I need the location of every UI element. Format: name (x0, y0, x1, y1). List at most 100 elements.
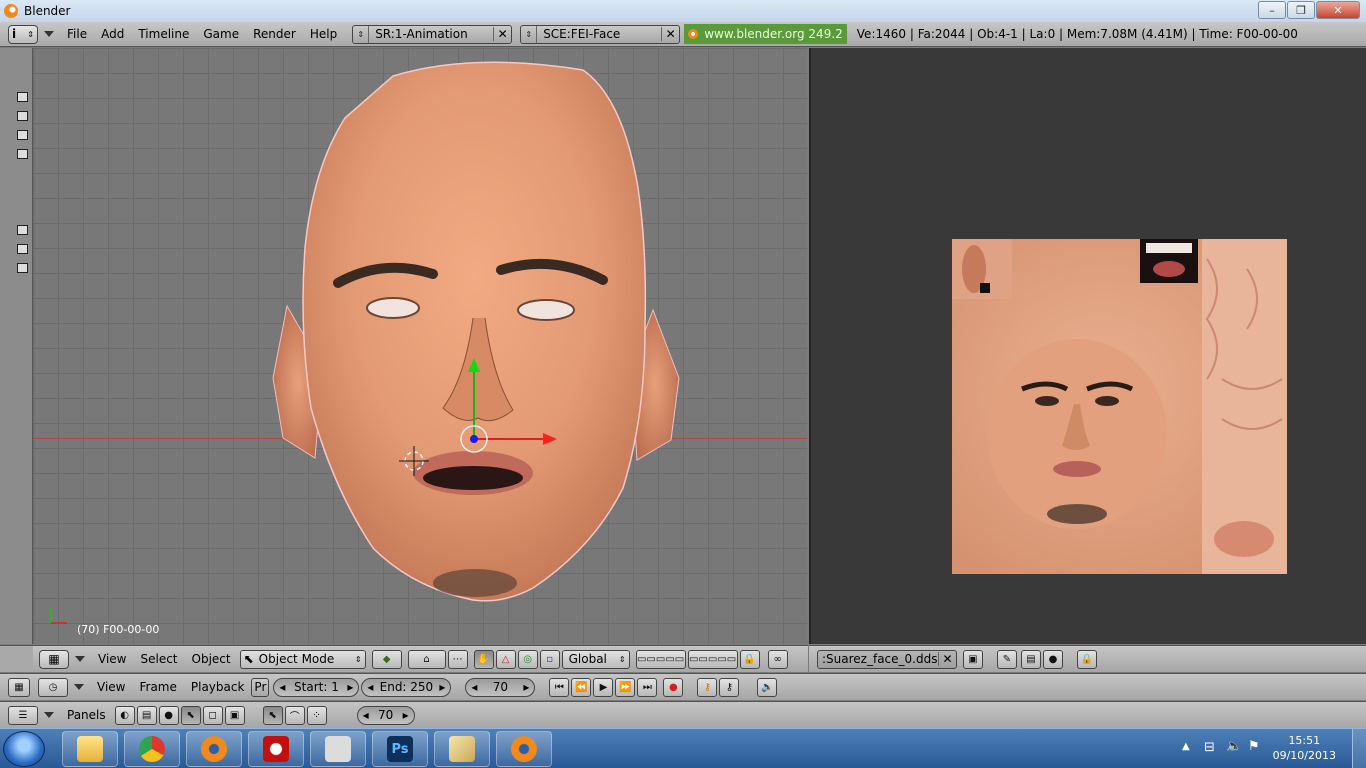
image-editor[interactable] (809, 48, 1366, 644)
buttons-frame-field[interactable]: ◂ 70 ▸ (356, 705, 415, 725)
panels-menu[interactable]: Panels (60, 708, 113, 722)
show-desktop-button[interactable] (1352, 729, 1366, 768)
blender2-taskbar-button[interactable] (496, 731, 552, 767)
clock[interactable]: 15:51 09/10/2013 (1273, 733, 1336, 763)
start-frame-value[interactable]: Start: 1 (294, 680, 339, 694)
volume-icon[interactable]: 🔈 (1226, 739, 1242, 754)
clock-icon[interactable]: ◷ (38, 677, 68, 697)
view3d-editor-type-button[interactable]: ▦ (39, 649, 69, 669)
key-icon[interactable]: ⚷ (719, 677, 740, 697)
draw-alpha-icon[interactable]: ▤ (1021, 649, 1041, 669)
timeline-editor-type-button[interactable]: ▦ (8, 677, 30, 697)
screen-name[interactable]: SR:1-Animation (369, 27, 493, 41)
layer-buttons-2[interactable]: ▭▭▭▭▭ (687, 649, 738, 669)
preview-range-button[interactable]: Pr (251, 677, 270, 697)
sound-icon[interactable]: 🔈 (757, 677, 778, 697)
orientation-selector[interactable]: Global ⇕ (561, 649, 630, 669)
buttons-frame-value[interactable]: 70 (378, 708, 393, 722)
scene-arrows-icon[interactable]: ⇕ (521, 25, 538, 43)
blender-taskbar-button[interactable] (186, 731, 242, 767)
network-icon[interactable]: ⊟ (1204, 740, 1215, 755)
timeline-menu-playback[interactable]: Playback (184, 680, 252, 694)
orientation-name[interactable]: Global (563, 652, 619, 666)
timeline-menu-frame[interactable]: Frame (132, 680, 183, 694)
menu-timeline[interactable]: Timeline (131, 27, 196, 41)
object-context-icon[interactable]: ⬉ (262, 705, 283, 725)
current-frame-value[interactable]: 70 (493, 680, 508, 694)
play-icon[interactable]: ▶ (593, 677, 614, 697)
counter-strike-taskbar-button[interactable] (310, 731, 366, 767)
screen-arrows-icon[interactable]: ⇕ (353, 25, 370, 43)
layer-buttons-1[interactable]: ▭▭▭▭▭ (635, 649, 686, 669)
next-key-icon[interactable]: ⏩ (615, 677, 636, 697)
scene-selector[interactable]: ⇕ SCE:FEI-Face ✕ (520, 24, 681, 44)
menu-game[interactable]: Game (196, 27, 246, 41)
face-texture-image[interactable] (952, 239, 1287, 574)
collapse-menu-icon[interactable] (75, 656, 85, 662)
buttons-editor-type-button[interactable]: ☰ (8, 705, 38, 725)
snap-icon[interactable]: ⋯ (447, 649, 468, 669)
logic-icon[interactable]: ◐ (114, 705, 135, 725)
archive-taskbar-button[interactable] (434, 731, 490, 767)
blender-website-link[interactable]: www.blender.org 249.2 (684, 24, 847, 44)
translate-icon[interactable]: △ (495, 649, 516, 669)
chrome-taskbar-button[interactable] (124, 731, 180, 767)
editor-type-button[interactable]: i ⇕ (8, 24, 38, 44)
rotate-icon[interactable]: ◎ (517, 649, 538, 669)
collapse-menu-icon[interactable] (74, 684, 84, 690)
object-origin[interactable] (470, 435, 478, 443)
collapse-menu-icon[interactable] (44, 31, 54, 37)
particles-icon[interactable]: ⁘ (306, 705, 327, 725)
image-unlink-icon[interactable]: ✕ (938, 652, 956, 666)
start-button[interactable] (3, 731, 45, 767)
jump-start-icon[interactable]: ⏮ (549, 677, 570, 697)
menu-file[interactable]: File (60, 27, 94, 41)
flag-icon[interactable]: ⚑ (1248, 739, 1260, 754)
image-icon[interactable] (17, 263, 28, 273)
3d-viewport[interactable]: (70) F00-00-00 (33, 48, 807, 644)
end-frame-value[interactable]: End: 250 (380, 680, 434, 694)
record-icon[interactable]: ● (1043, 649, 1063, 669)
paint-brush-icon[interactable]: ✎ (997, 649, 1017, 669)
screen-selector[interactable]: ⇕ SR:1-Animation ✕ (352, 24, 513, 44)
image-icon[interactable] (17, 225, 28, 235)
object-icon[interactable]: ⬉ (180, 705, 201, 725)
menu-render[interactable]: Render (246, 27, 303, 41)
screen-delete-icon[interactable]: ✕ (493, 27, 511, 41)
keying-set-icon[interactable]: ⚷ (697, 677, 718, 697)
pivot-point-button[interactable]: ⌂ (407, 649, 446, 669)
prev-key-icon[interactable]: ⏪ (571, 677, 592, 697)
lock-icon[interactable]: 🔒 (1077, 649, 1097, 669)
app-taskbar-button[interactable] (248, 731, 304, 767)
menu-add[interactable]: Add (94, 27, 131, 41)
face-model[interactable] (33, 48, 807, 644)
jump-end-icon[interactable]: ⏭ (637, 677, 658, 697)
tray-expand-icon[interactable]: ▲ (1182, 741, 1190, 752)
scene-delete-icon[interactable]: ✕ (661, 27, 679, 41)
image-icon[interactable] (17, 92, 28, 102)
website-text[interactable]: www.blender.org 249.2 (704, 27, 843, 41)
mode-selector[interactable]: ⬉ Object Mode ⇕ (239, 649, 366, 669)
explorer-taskbar-button[interactable] (62, 731, 118, 767)
pack-image-icon[interactable]: ▣ (963, 649, 983, 669)
start-frame-field[interactable]: ◂ Start: 1 ▸ (273, 677, 360, 697)
timeline-menu-view[interactable]: View (90, 680, 132, 694)
scene-name[interactable]: SCE:FEI-Face (537, 27, 661, 41)
script-icon[interactable]: ▤ (136, 705, 157, 725)
hand-manipulator-icon[interactable]: ✋ (473, 649, 494, 669)
scale-icon[interactable]: ▫ (539, 649, 560, 669)
editing-icon[interactable]: ◻ (202, 705, 223, 725)
view3d-menu-object[interactable]: Object (185, 652, 238, 666)
view3d-menu-select[interactable]: Select (133, 652, 184, 666)
image-icon[interactable] (17, 130, 28, 140)
shading-icon[interactable]: ● (158, 705, 179, 725)
record-key-icon[interactable]: ● (663, 677, 684, 697)
collapse-menu-icon[interactable] (44, 712, 54, 718)
image-icon[interactable] (17, 111, 28, 121)
photoshop-taskbar-button[interactable]: Ps (372, 731, 428, 767)
view3d-menu-view[interactable]: View (91, 652, 133, 666)
lock-icon[interactable]: 🔒 (739, 649, 760, 669)
scene-icon[interactable]: ▣ (224, 705, 245, 725)
menu-help[interactable]: Help (303, 27, 344, 41)
draw-type-button[interactable]: ◆ (371, 649, 402, 669)
